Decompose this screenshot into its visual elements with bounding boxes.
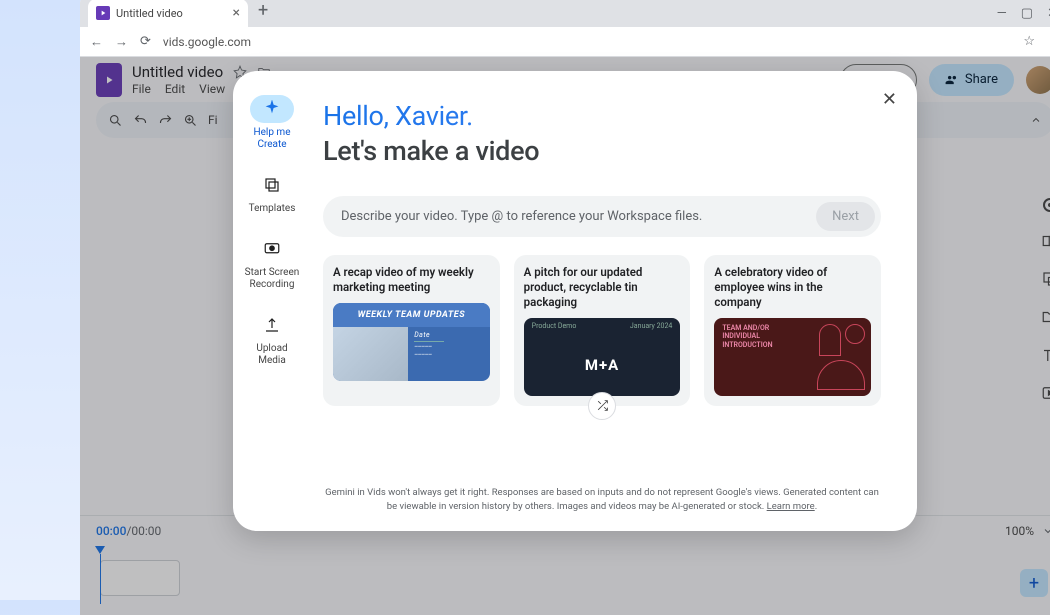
maximize-icon[interactable]: ▢ bbox=[1021, 6, 1033, 21]
sidebar-label: Start Screen Recording bbox=[242, 267, 302, 291]
record-screen-icon bbox=[250, 235, 294, 263]
suggestion-card[interactable]: A celebratory video of employee wins in … bbox=[704, 255, 881, 406]
app-surface: Untitled video File Edit View Insert For… bbox=[80, 57, 1050, 615]
suggestions-row: A recap video of my weekly marketing mee… bbox=[323, 255, 881, 406]
suggestion-card[interactable]: A recap video of my weekly marketing mee… bbox=[323, 255, 500, 406]
suggestion-thumbnail: Product DemoJanuary 2024 M+A bbox=[524, 318, 681, 396]
tab-close-icon[interactable]: × bbox=[233, 5, 240, 21]
suggestion-thumbnail: TEAM AND/OR INDIVIDUAL INTRODUCTION bbox=[714, 318, 871, 396]
modal-close-icon[interactable]: ✕ bbox=[882, 89, 897, 110]
modal-overlay: ✕ Help me Create Templates Start Screen … bbox=[80, 57, 1050, 615]
disclaimer-text: Gemini in Vids won't always get it right… bbox=[323, 462, 881, 513]
reload-icon[interactable]: ⟳ bbox=[140, 34, 151, 50]
sidebar-label: Help me Create bbox=[242, 127, 302, 151]
vids-favicon bbox=[96, 6, 110, 20]
suggestion-title: A pitch for our updated product, recycla… bbox=[524, 265, 681, 310]
modal-sidebar: Help me Create Templates Start Screen Re… bbox=[233, 71, 311, 531]
suggestion-thumbnail: WEEKLY TEAM UPDATES Date━━━━━━━━━━ bbox=[333, 303, 490, 381]
sidebar-item-templates[interactable]: Templates bbox=[249, 171, 296, 215]
tab-strip: Untitled video × + — ▢ ✕ bbox=[80, 0, 1050, 27]
templates-icon bbox=[250, 171, 294, 199]
address-bar: ← → ⟳ vids.google.com ☆ ⋮ bbox=[80, 27, 1050, 57]
suggestion-title: A recap video of my weekly marketing mee… bbox=[333, 265, 490, 295]
create-modal: ✕ Help me Create Templates Start Screen … bbox=[233, 71, 917, 531]
greeting-line2: Let's make a video bbox=[323, 134, 881, 169]
new-tab-button[interactable]: + bbox=[258, 0, 268, 27]
browser-tab[interactable]: Untitled video × bbox=[88, 0, 248, 27]
bookmark-icon[interactable]: ☆ bbox=[1023, 34, 1035, 49]
sidebar-item-upload[interactable]: Upload Media bbox=[242, 311, 302, 367]
minimize-icon[interactable]: — bbox=[997, 6, 1007, 21]
sidebar-item-help-me-create[interactable]: Help me Create bbox=[242, 95, 302, 151]
url-field[interactable]: vids.google.com bbox=[163, 35, 1011, 49]
modal-content: Hello, Xavier. Let's make a video Descri… bbox=[311, 71, 917, 531]
back-icon[interactable]: ← bbox=[90, 34, 103, 50]
upload-icon bbox=[250, 311, 294, 339]
browser-window: Untitled video × + — ▢ ✕ ← → ⟳ vids.goog… bbox=[80, 0, 1050, 615]
next-button[interactable]: Next bbox=[816, 202, 875, 231]
suggestion-title: A celebratory video of employee wins in … bbox=[714, 265, 871, 310]
shuffle-button[interactable] bbox=[588, 392, 616, 420]
sidebar-label: Templates bbox=[249, 203, 296, 215]
sidebar-label: Upload Media bbox=[242, 343, 302, 367]
tab-title: Untitled video bbox=[116, 7, 183, 20]
sidebar-item-screen-recording[interactable]: Start Screen Recording bbox=[242, 235, 302, 291]
prompt-field[interactable]: Describe your video. Type @ to reference… bbox=[323, 196, 881, 237]
forward-icon[interactable]: → bbox=[115, 34, 128, 50]
prompt-placeholder: Describe your video. Type @ to reference… bbox=[341, 209, 816, 224]
suggestion-card[interactable]: A pitch for our updated product, recycla… bbox=[514, 255, 691, 406]
greeting-line1: Hello, Xavier. bbox=[323, 99, 881, 134]
sparkle-icon bbox=[250, 95, 294, 123]
learn-more-link[interactable]: Learn more bbox=[767, 501, 815, 512]
window-controls: — ▢ ✕ bbox=[997, 6, 1050, 27]
